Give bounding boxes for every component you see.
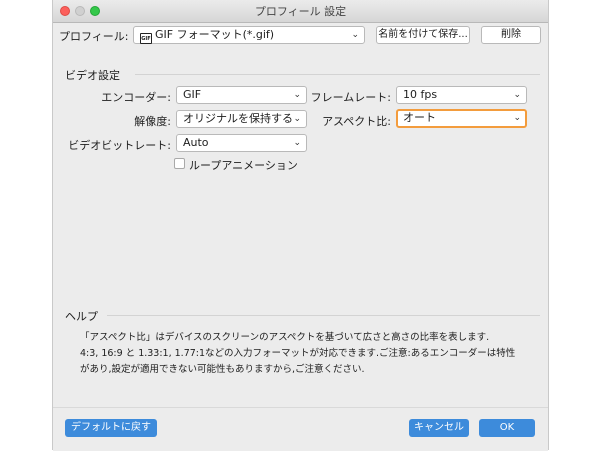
- video-settings-divider: [135, 74, 540, 75]
- cancel-button[interactable]: キャンセル: [409, 419, 469, 437]
- video-settings-title: ビデオ設定: [65, 69, 120, 82]
- encoder-select[interactable]: GIF ⌄: [176, 86, 307, 104]
- video-bitrate-select-value: Auto: [183, 136, 209, 149]
- profile-select-value: GIF フォーマット(*.gif): [155, 28, 275, 41]
- encoder-label: エンコーダー:: [101, 91, 171, 104]
- help-text: 「アスペクト比」はデバイスのスクリーンのアスペクトを基づいて広さと高さの比率を表…: [80, 330, 520, 378]
- loop-animation-label[interactable]: ループアニメーション: [189, 157, 298, 173]
- resolution-label: 解像度:: [134, 115, 171, 128]
- profile-label: プロフィール:: [59, 30, 129, 43]
- window-title: プロフィール 設定: [254, 5, 347, 18]
- frame-rate-label: フレームレート:: [310, 91, 391, 104]
- aspect-ratio-select-value: オート: [403, 111, 436, 124]
- resolution-select-value: オリジナルを保持する: [183, 112, 293, 125]
- video-bitrate-label: ビデオビットレート:: [68, 139, 171, 152]
- chevron-down-icon: ⌄: [293, 138, 301, 148]
- video-bitrate-select[interactable]: Auto ⌄: [176, 134, 307, 152]
- title-bar[interactable]: プロフィール 設定: [53, 0, 548, 23]
- save-as-button[interactable]: 名前を付けて保存...: [376, 26, 470, 44]
- chevron-down-icon: ⌄: [513, 113, 521, 123]
- chevron-down-icon: ⌄: [293, 114, 301, 124]
- help-line: 4:3, 16:9 と 1.33:1, 1.77:1などの入力フォーマットが対応…: [80, 348, 516, 359]
- footer-bar: デフォルトに戻す キャンセル OK: [53, 407, 548, 451]
- help-divider: [107, 315, 540, 316]
- restore-default-button[interactable]: デフォルトに戻す: [65, 419, 157, 437]
- profile-select[interactable]: GIF GIF フォーマット(*.gif) ⌄: [133, 26, 365, 44]
- loop-animation-checkbox[interactable]: [174, 158, 185, 169]
- profile-settings-window: プロフィール 設定 プロフィール: GIF GIF フォーマット(*.gif) ⌄…: [52, 0, 549, 451]
- frame-rate-select-value: 10 fps: [403, 88, 438, 101]
- resolution-select[interactable]: オリジナルを保持する ⌄: [176, 110, 307, 128]
- chevron-down-icon: ⌄: [513, 90, 521, 100]
- help-line: 「アスペクト比」はデバイスのスクリーンのアスペクトを基づいて広さと高さの比率を表…: [80, 332, 490, 343]
- aspect-ratio-label: アスペクト比:: [322, 115, 391, 128]
- gif-file-icon: GIF: [140, 33, 152, 44]
- chevron-down-icon: ⌄: [293, 90, 301, 100]
- frame-rate-select[interactable]: 10 fps ⌄: [396, 86, 527, 104]
- delete-button[interactable]: 削除: [481, 26, 541, 44]
- chevron-down-icon: ⌄: [351, 30, 359, 40]
- aspect-ratio-select[interactable]: オート ⌄: [396, 109, 527, 128]
- help-line: があり,設定が適用できない可能性もありますから,ご注意ください.: [80, 364, 365, 375]
- help-title: ヘルプ: [65, 310, 98, 323]
- ok-button[interactable]: OK: [479, 419, 535, 437]
- profile-toolbar: プロフィール: GIF GIF フォーマット(*.gif) ⌄ 名前を付けて保存.…: [53, 23, 548, 47]
- encoder-select-value: GIF: [183, 88, 202, 101]
